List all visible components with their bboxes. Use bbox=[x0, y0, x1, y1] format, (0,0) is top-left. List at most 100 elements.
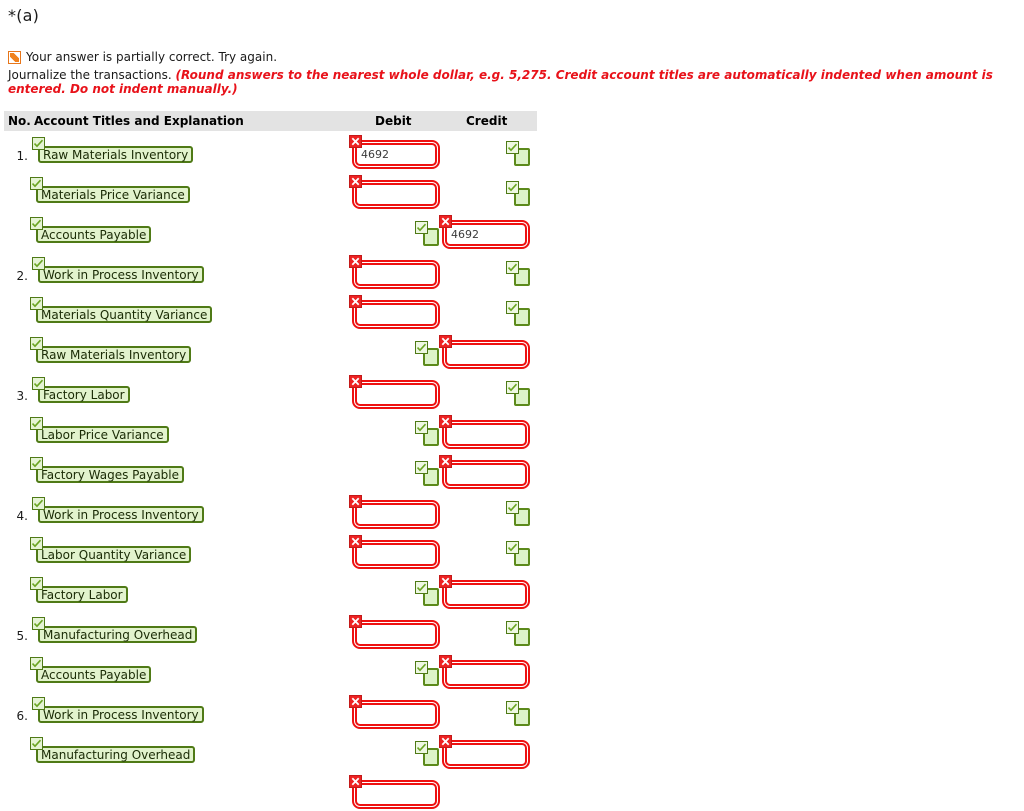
account-title-select[interactable]: Materials Price Variance bbox=[36, 186, 190, 203]
instruction-lead: Journalize the transactions. bbox=[8, 68, 176, 82]
error-x-icon bbox=[439, 455, 452, 468]
check-icon bbox=[415, 221, 428, 234]
account-title-select[interactable]: Labor Price Variance bbox=[36, 426, 169, 443]
credit-blank-correct-marker bbox=[506, 141, 534, 167]
check-icon bbox=[30, 577, 43, 590]
debit-amount-input[interactable] bbox=[352, 180, 440, 209]
account-title-select[interactable]: Labor Quantity Variance bbox=[36, 546, 192, 563]
check-icon bbox=[32, 497, 45, 510]
check-icon bbox=[415, 341, 428, 354]
table-row: Factory Labor bbox=[4, 571, 537, 611]
check-icon bbox=[506, 381, 519, 394]
account-title-select[interactable]: Factory Labor bbox=[38, 386, 130, 403]
error-x-icon bbox=[439, 335, 452, 348]
credit-blank-correct-marker bbox=[506, 381, 534, 407]
row-number: 5. bbox=[16, 629, 28, 643]
table-row: 4. Work in Process Inventory bbox=[4, 491, 537, 531]
error-x-icon bbox=[439, 655, 452, 668]
error-x-icon bbox=[349, 495, 362, 508]
check-icon bbox=[32, 137, 45, 150]
account-title-select[interactable]: Accounts Payable bbox=[36, 666, 152, 683]
account-title-select[interactable]: Raw Materials Inventory bbox=[36, 346, 192, 363]
check-icon bbox=[30, 297, 43, 310]
table-row: 2. Work in Process Inventory bbox=[4, 251, 537, 291]
error-x-icon bbox=[349, 135, 362, 148]
debit-amount-input[interactable] bbox=[352, 260, 440, 289]
column-header-no: No. bbox=[8, 114, 31, 128]
error-x-icon bbox=[349, 375, 362, 388]
column-header-account: Account Titles and Explanation bbox=[34, 114, 244, 128]
check-icon bbox=[30, 457, 43, 470]
error-x-icon bbox=[349, 175, 362, 188]
account-title-select[interactable]: Manufacturing Overhead bbox=[38, 626, 198, 643]
debit-amount-input[interactable] bbox=[352, 500, 440, 529]
debit-amount-input[interactable] bbox=[352, 780, 440, 809]
check-icon bbox=[30, 337, 43, 350]
check-icon bbox=[32, 377, 45, 390]
credit-amount-input[interactable] bbox=[442, 340, 530, 369]
table-row: 6. Work in Process Inventory bbox=[4, 691, 537, 731]
account-title-select[interactable]: Accounts Payable bbox=[36, 226, 152, 243]
table-row: 1. Raw Materials Inventory bbox=[4, 131, 537, 171]
error-x-icon bbox=[349, 615, 362, 628]
check-icon bbox=[506, 501, 519, 514]
column-header-debit: Debit bbox=[375, 114, 412, 128]
credit-blank-correct-marker bbox=[506, 261, 534, 287]
table-row: 3. Factory Labor bbox=[4, 371, 537, 411]
check-icon bbox=[30, 417, 43, 430]
credit-amount-input[interactable] bbox=[442, 220, 530, 249]
credit-amount-input[interactable] bbox=[442, 420, 530, 449]
column-header-credit: Credit bbox=[466, 114, 508, 128]
feedback-banner: Your answer is partially correct. Try ag… bbox=[8, 50, 277, 64]
account-title-select[interactable]: Raw Materials Inventory bbox=[38, 146, 194, 163]
account-title-select[interactable]: Factory Wages Payable bbox=[36, 466, 185, 483]
debit-amount-input[interactable] bbox=[352, 620, 440, 649]
check-icon bbox=[30, 737, 43, 750]
error-x-icon bbox=[349, 695, 362, 708]
credit-blank-correct-marker bbox=[506, 301, 534, 327]
debit-amount-input[interactable] bbox=[352, 700, 440, 729]
account-title-select[interactable]: Factory Labor bbox=[36, 586, 128, 603]
check-icon bbox=[415, 421, 428, 434]
error-x-icon bbox=[349, 295, 362, 308]
table-body: 1. Raw Materials Inventory Materials Price… bbox=[4, 131, 537, 811]
account-title-select[interactable]: Work in Process Inventory bbox=[38, 506, 204, 523]
check-icon bbox=[506, 141, 519, 154]
debit-amount-input[interactable] bbox=[352, 540, 440, 569]
table-row: Materials Quantity Variance bbox=[4, 291, 537, 331]
check-icon bbox=[415, 661, 428, 674]
check-icon bbox=[506, 301, 519, 314]
table-row: Labor Price Variance bbox=[4, 411, 537, 451]
check-icon bbox=[506, 541, 519, 554]
check-icon bbox=[30, 217, 43, 230]
check-icon bbox=[506, 621, 519, 634]
check-icon bbox=[32, 257, 45, 270]
debit-amount-input[interactable] bbox=[352, 140, 440, 169]
table-row: Accounts Payable bbox=[4, 651, 537, 691]
error-x-icon bbox=[349, 535, 362, 548]
debit-amount-input[interactable] bbox=[352, 380, 440, 409]
account-title-select[interactable]: Manufacturing Overhead bbox=[36, 746, 196, 763]
table-row: 5. Manufacturing Overhead bbox=[4, 611, 537, 651]
table-row: Raw Materials Inventory bbox=[4, 331, 537, 371]
check-icon bbox=[506, 701, 519, 714]
account-title-select[interactable]: Work in Process Inventory bbox=[38, 266, 204, 283]
credit-amount-input[interactable] bbox=[442, 740, 530, 769]
part-label: *(a) bbox=[8, 6, 40, 25]
check-icon bbox=[32, 697, 45, 710]
credit-amount-input[interactable] bbox=[442, 580, 530, 609]
debit-amount-input[interactable] bbox=[352, 300, 440, 329]
check-icon bbox=[506, 181, 519, 194]
check-icon bbox=[506, 261, 519, 274]
credit-blank-correct-marker bbox=[506, 621, 534, 647]
credit-amount-input[interactable] bbox=[442, 660, 530, 689]
account-title-select[interactable]: Work in Process Inventory bbox=[38, 706, 204, 723]
error-x-icon bbox=[439, 415, 452, 428]
account-title-select[interactable]: Materials Quantity Variance bbox=[36, 306, 213, 323]
check-icon bbox=[415, 581, 428, 594]
check-icon bbox=[415, 741, 428, 754]
check-icon bbox=[415, 461, 428, 474]
table-row: Materials Price Variance bbox=[4, 171, 537, 211]
credit-amount-input[interactable] bbox=[442, 460, 530, 489]
table-row: Accounts Payable bbox=[4, 211, 537, 251]
